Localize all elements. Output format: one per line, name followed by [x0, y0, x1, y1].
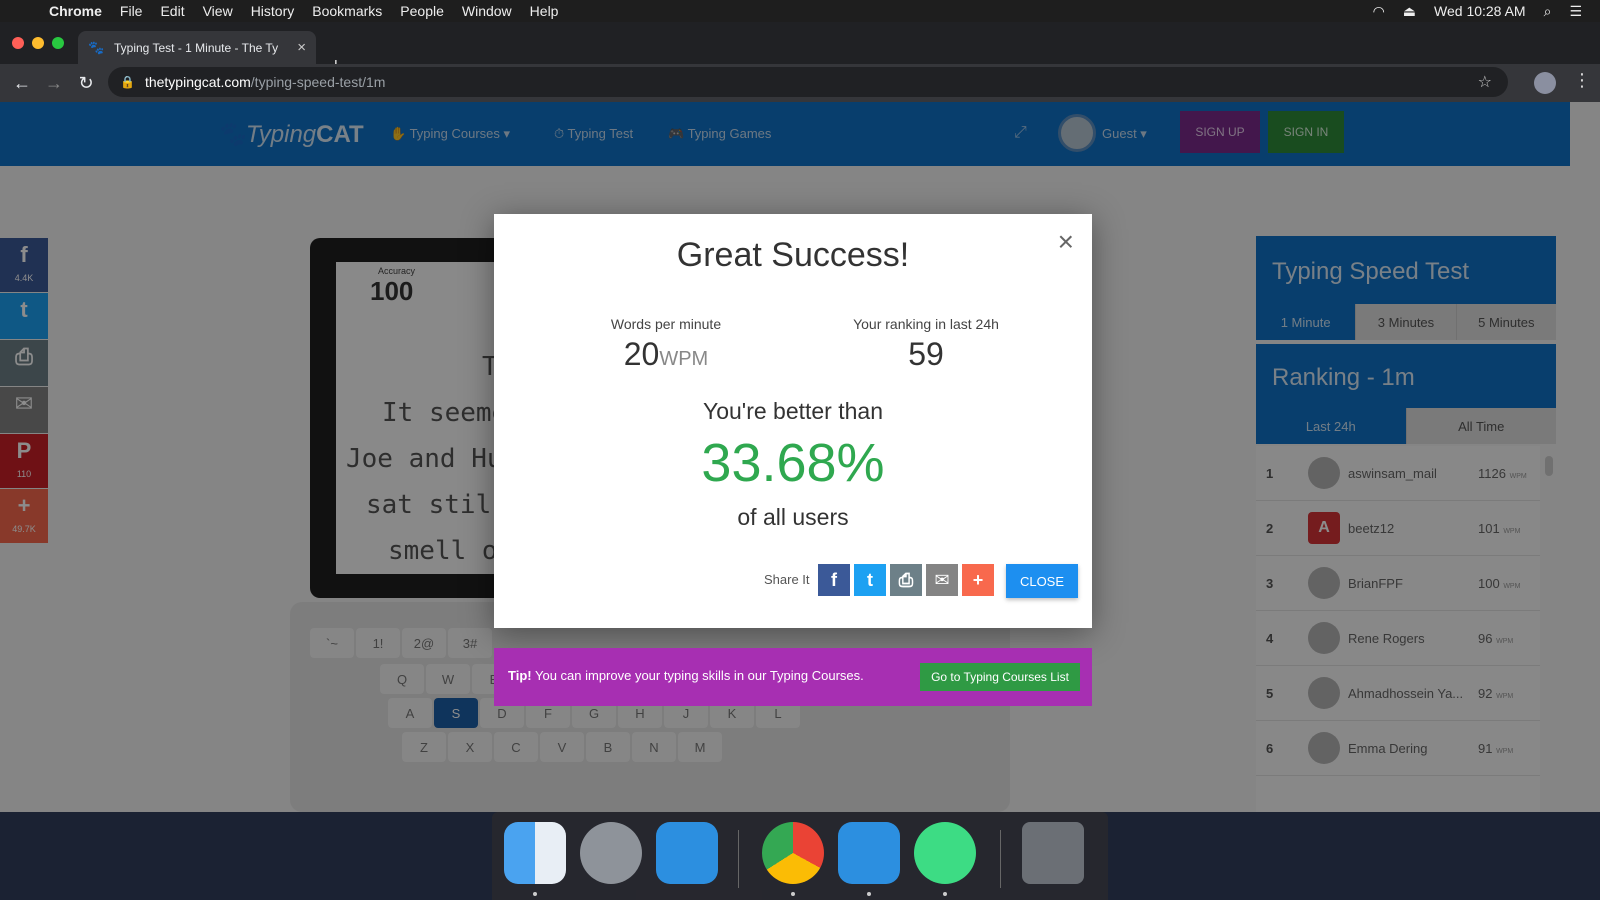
paw-favicon-icon: 🐾: [88, 39, 105, 55]
xcode-hammer-icon[interactable]: [838, 822, 900, 884]
running-indicator: [791, 892, 795, 896]
chrome-menu-icon[interactable]: ⋮: [1573, 70, 1591, 91]
share-more-plus-icon[interactable]: +: [962, 564, 994, 596]
browser-tab-strip: 🐾 Typing Test - 1 Minute - The Ty × +: [0, 22, 1600, 77]
eject-icon[interactable]: ⏏: [1403, 3, 1416, 20]
tab-title: Typing Test - 1 Minute - The Ty: [114, 40, 279, 55]
trash-icon[interactable]: [1022, 822, 1084, 884]
chrome-app-icon[interactable]: [762, 822, 824, 884]
menu-bookmarks[interactable]: Bookmarks: [303, 3, 391, 19]
profile-avatar[interactable]: [1534, 72, 1556, 94]
wifi-icon[interactable]: ◠: [1373, 3, 1385, 20]
dock-separator: [1000, 830, 1001, 888]
back-arrow-icon[interactable]: ←: [6, 73, 38, 94]
running-indicator: [533, 892, 537, 896]
menu-edit[interactable]: Edit: [151, 3, 193, 19]
finder-icon[interactable]: [504, 822, 566, 884]
modal-title: Great Success!: [676, 236, 910, 274]
tab-close-icon[interactable]: ×: [297, 39, 306, 56]
macos-menu-bar: Chrome File Edit View History Bookmarks …: [0, 0, 1600, 22]
menu-window[interactable]: Window: [453, 3, 521, 19]
url-host: thetypingcat.com: [144, 74, 251, 90]
launchpad-rocket-icon[interactable]: [580, 822, 642, 884]
window-zoom-button[interactable]: [52, 37, 64, 49]
lock-icon[interactable]: 🔒: [120, 75, 135, 89]
reload-icon[interactable]: ↻: [70, 73, 102, 94]
macos-dock: [492, 812, 1108, 900]
wpm-value: 20: [623, 336, 660, 372]
menubar-clock[interactable]: Wed 10:28 AM: [1434, 3, 1526, 19]
dock-separator: [738, 830, 739, 888]
running-indicator: [867, 892, 871, 896]
spotlight-search-icon[interactable]: ⌕: [1544, 3, 1552, 20]
tip-bold: Tip!: [508, 668, 532, 683]
share-label: Share It: [764, 572, 810, 587]
address-bar[interactable]: 🔒 thetypingcat.com /typing-speed-test/1m…: [108, 67, 1508, 97]
menu-people[interactable]: People: [391, 3, 453, 19]
share-print-icon[interactable]: ⎙: [890, 564, 922, 596]
window-minimize-button[interactable]: [32, 37, 44, 49]
share-email-icon[interactable]: ✉: [926, 564, 958, 596]
android-studio-icon[interactable]: [914, 822, 976, 884]
menu-file[interactable]: File: [111, 3, 152, 19]
menu-chrome[interactable]: Chrome: [40, 3, 111, 19]
window-controls: [12, 37, 64, 49]
running-indicator: [943, 892, 947, 896]
percentile-value: 33.68%: [701, 433, 885, 493]
ranking-label: Your ranking in last 24h: [853, 316, 999, 332]
tip-message: You can improve your typing skills in ou…: [534, 668, 864, 683]
menu-history[interactable]: History: [242, 3, 304, 19]
browser-toolbar: ← → ↻ 🔒 thetypingcat.com /typing-speed-t…: [0, 64, 1600, 102]
wpm-unit: WPM: [659, 348, 709, 370]
tip-banner: Tip! You can improve your typing skills …: [494, 648, 1092, 706]
wpm-result: 20WPM: [546, 336, 786, 373]
tip-text: Tip! You can improve your typing skills …: [508, 668, 864, 683]
notification-center-icon[interactable]: ☰: [1569, 3, 1582, 20]
wpm-label: Words per minute: [610, 316, 722, 332]
menu-help[interactable]: Help: [521, 3, 568, 19]
of-all-users-text: of all users: [737, 504, 849, 530]
share-facebook-icon[interactable]: f: [818, 564, 850, 596]
ranking-value: 59: [908, 336, 944, 372]
better-than-text: You're better than: [702, 398, 883, 424]
forward-arrow-icon[interactable]: →: [38, 73, 70, 94]
close-button[interactable]: CLOSE: [1006, 564, 1078, 598]
bookmark-star-icon[interactable]: ☆: [1478, 72, 1492, 92]
url-path: /typing-speed-test/1m: [250, 74, 386, 90]
go-to-typing-courses-button[interactable]: Go to Typing Courses List: [920, 663, 1080, 691]
share-twitter-icon[interactable]: t: [854, 564, 886, 596]
simulator-icon[interactable]: [656, 822, 718, 884]
window-close-button[interactable]: [12, 37, 24, 49]
web-page: 🐾TypingCAT ✋ Typing Courses ▾ ⏱ Typing T…: [0, 102, 1600, 812]
browser-tab-active[interactable]: 🐾 Typing Test - 1 Minute - The Ty ×: [78, 31, 316, 64]
results-modal: × Great Success! Words per minute 20WPM …: [494, 214, 1092, 628]
menu-view[interactable]: View: [194, 3, 242, 19]
